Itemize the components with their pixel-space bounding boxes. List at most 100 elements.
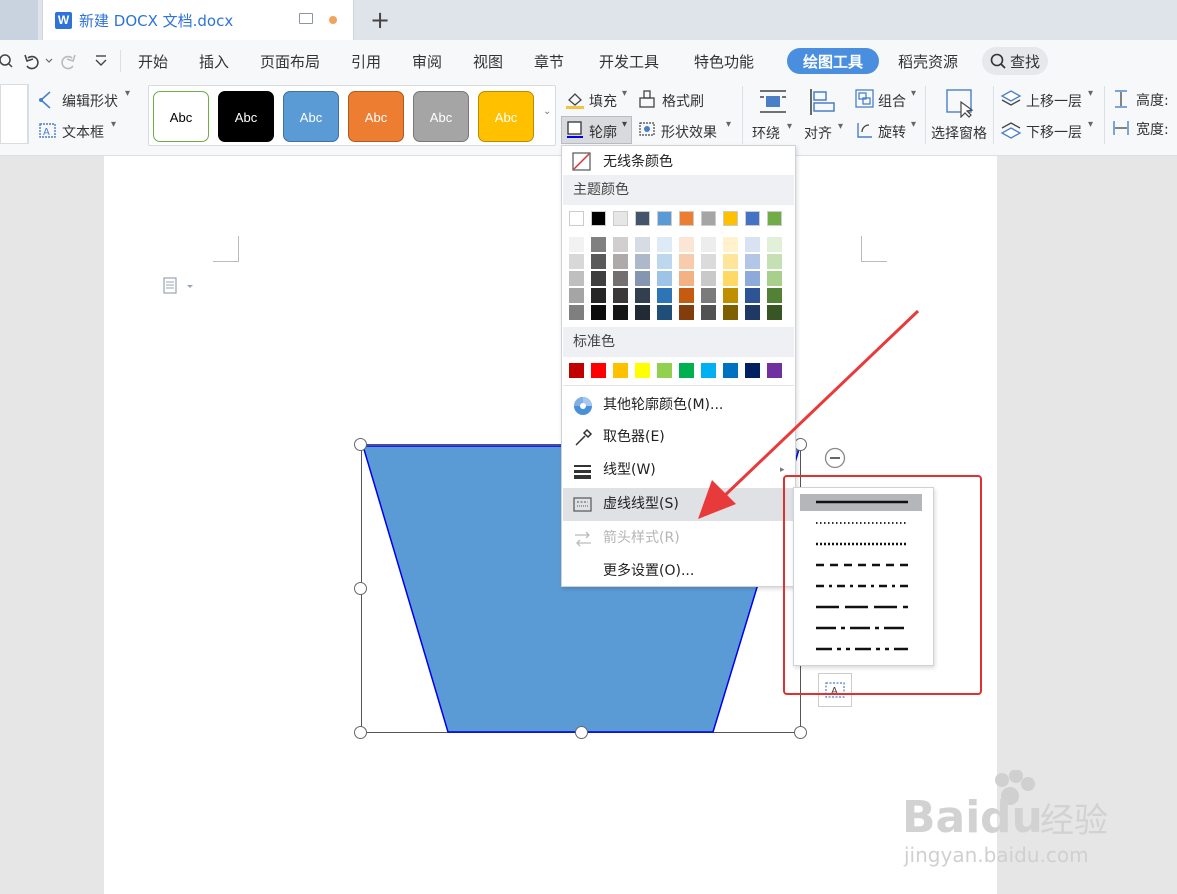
fill-button[interactable]: 填充 — [589, 91, 617, 111]
home-tab-stub[interactable] — [0, 0, 38, 40]
paragraph-layout-icon[interactable] — [163, 277, 195, 295]
group-button[interactable]: 组合 — [878, 91, 906, 111]
group-dropdown-icon[interactable]: ▾ — [911, 88, 916, 99]
menu-view[interactable]: 视图 — [473, 51, 503, 72]
theme-shade-swatch[interactable] — [591, 237, 606, 252]
shape-effect-dropdown-icon[interactable]: ▾ — [726, 119, 731, 130]
style-swatch-gray[interactable]: Abc — [413, 91, 469, 142]
shape-effect-button[interactable]: 形状效果 — [661, 122, 717, 142]
theme-shade-swatch[interactable] — [635, 288, 650, 303]
theme-shade-swatch[interactable] — [591, 288, 606, 303]
theme-shade-swatch[interactable] — [569, 305, 584, 320]
theme-shade-swatch[interactable] — [723, 288, 738, 303]
resize-handle-bottom-left[interactable] — [354, 726, 367, 739]
standard-color-swatch[interactable] — [613, 363, 628, 378]
theme-shade-swatch[interactable] — [701, 237, 716, 252]
theme-color-swatch[interactable] — [657, 211, 672, 226]
align-dropdown-icon[interactable]: ▾ — [838, 121, 843, 132]
menu-daoke-resources[interactable]: 稻壳资源 — [898, 51, 958, 72]
theme-shade-swatch[interactable] — [591, 254, 606, 269]
menu-page-layout[interactable]: 页面布局 — [260, 51, 320, 72]
theme-color-swatch[interactable] — [591, 211, 606, 226]
theme-color-swatch[interactable] — [745, 211, 760, 226]
theme-shade-swatch[interactable] — [657, 288, 672, 303]
style-swatch-gold[interactable]: Abc — [478, 91, 534, 142]
theme-shade-swatch[interactable] — [701, 288, 716, 303]
menu-developer[interactable]: 开发工具 — [599, 51, 659, 72]
menu-section[interactable]: 章节 — [534, 51, 564, 72]
menu-review[interactable]: 审阅 — [412, 51, 442, 72]
theme-shade-swatch[interactable] — [613, 305, 628, 320]
rotate-button[interactable]: 旋转 — [878, 122, 906, 142]
menu-references[interactable]: 引用 — [351, 51, 381, 72]
text-box-dropdown-icon[interactable]: ▾ — [111, 119, 116, 130]
theme-shade-swatch[interactable] — [745, 288, 760, 303]
style-swatch-white[interactable]: Abc — [153, 91, 209, 142]
theme-shade-swatch[interactable] — [569, 254, 584, 269]
theme-shade-swatch[interactable] — [569, 288, 584, 303]
style-swatch-blue[interactable]: Abc — [283, 91, 339, 142]
monitor-icon[interactable] — [299, 13, 313, 24]
undo-icon[interactable] — [24, 54, 39, 70]
theme-color-swatch[interactable] — [569, 211, 584, 226]
theme-shade-swatch[interactable] — [613, 271, 628, 286]
theme-shade-swatch[interactable] — [657, 254, 672, 269]
styles-more-icon[interactable]: ⌄ — [543, 106, 551, 117]
theme-color-swatch[interactable] — [679, 211, 694, 226]
align-button[interactable]: 对齐 — [804, 123, 832, 143]
standard-color-swatch[interactable] — [591, 363, 606, 378]
theme-color-swatch[interactable] — [767, 211, 782, 226]
theme-shade-swatch[interactable] — [767, 271, 782, 286]
theme-shade-swatch[interactable] — [745, 271, 760, 286]
theme-shade-swatch[interactable] — [701, 271, 716, 286]
theme-shade-swatch[interactable] — [679, 237, 694, 252]
bring-forward-dropdown-icon[interactable]: ▾ — [1088, 88, 1093, 99]
format-painter-button[interactable]: 格式刷 — [662, 91, 704, 111]
selection-pane-button[interactable]: 选择窗格 — [931, 123, 987, 143]
redo-icon[interactable] — [61, 54, 76, 70]
theme-shade-swatch[interactable] — [767, 237, 782, 252]
theme-shade-swatch[interactable] — [767, 254, 782, 269]
theme-shade-swatch[interactable] — [613, 237, 628, 252]
standard-color-swatch[interactable] — [635, 363, 650, 378]
print-preview-icon[interactable] — [0, 54, 13, 68]
outline-button[interactable]: 轮廓 — [589, 122, 617, 142]
theme-shade-swatch[interactable] — [591, 271, 606, 286]
search-button[interactable]: 查找 — [982, 47, 1048, 75]
resize-handle-middle-left[interactable] — [354, 582, 367, 595]
theme-shade-swatch[interactable] — [657, 305, 672, 320]
new-tab-button[interactable]: + — [370, 6, 390, 34]
arrow-style-item[interactable]: 箭头样式(R) — [563, 522, 794, 555]
theme-shade-swatch[interactable] — [679, 254, 694, 269]
theme-shade-swatch[interactable] — [745, 237, 760, 252]
theme-color-swatch[interactable] — [635, 211, 650, 226]
theme-shade-swatch[interactable] — [657, 271, 672, 286]
standard-color-swatch[interactable] — [657, 363, 672, 378]
theme-shade-swatch[interactable] — [745, 254, 760, 269]
bring-forward-button[interactable]: 上移一层 — [1026, 91, 1082, 111]
resize-handle-top-left[interactable] — [354, 438, 367, 451]
theme-color-swatch[interactable] — [613, 211, 628, 226]
standard-color-swatch[interactable] — [569, 363, 584, 378]
theme-shade-swatch[interactable] — [591, 305, 606, 320]
theme-shade-swatch[interactable] — [767, 288, 782, 303]
customize-toolbar-icon[interactable] — [95, 55, 107, 66]
theme-shade-swatch[interactable] — [635, 254, 650, 269]
theme-shade-swatch[interactable] — [701, 254, 716, 269]
theme-shade-swatch[interactable] — [679, 288, 694, 303]
menu-drawing-tools[interactable]: 绘图工具 — [803, 51, 863, 72]
theme-color-swatch[interactable] — [723, 211, 738, 226]
style-swatch-black[interactable]: Abc — [218, 91, 274, 142]
outline-dropdown-icon[interactable]: ▾ — [622, 119, 627, 130]
theme-shade-swatch[interactable] — [657, 237, 672, 252]
fill-dropdown-icon[interactable]: ▾ — [622, 88, 627, 99]
resize-handle-bottom-middle[interactable] — [575, 726, 588, 739]
undo-dropdown-icon[interactable] — [45, 58, 53, 63]
theme-shade-swatch[interactable] — [635, 305, 650, 320]
theme-shade-swatch[interactable] — [723, 271, 738, 286]
text-box-button[interactable]: 文本框 — [62, 122, 104, 142]
shape-gallery-stub[interactable] — [0, 84, 28, 144]
theme-shade-swatch[interactable] — [635, 237, 650, 252]
wrap-dropdown-icon[interactable]: ▾ — [787, 121, 792, 132]
rotate-dropdown-icon[interactable]: ▾ — [911, 119, 916, 130]
